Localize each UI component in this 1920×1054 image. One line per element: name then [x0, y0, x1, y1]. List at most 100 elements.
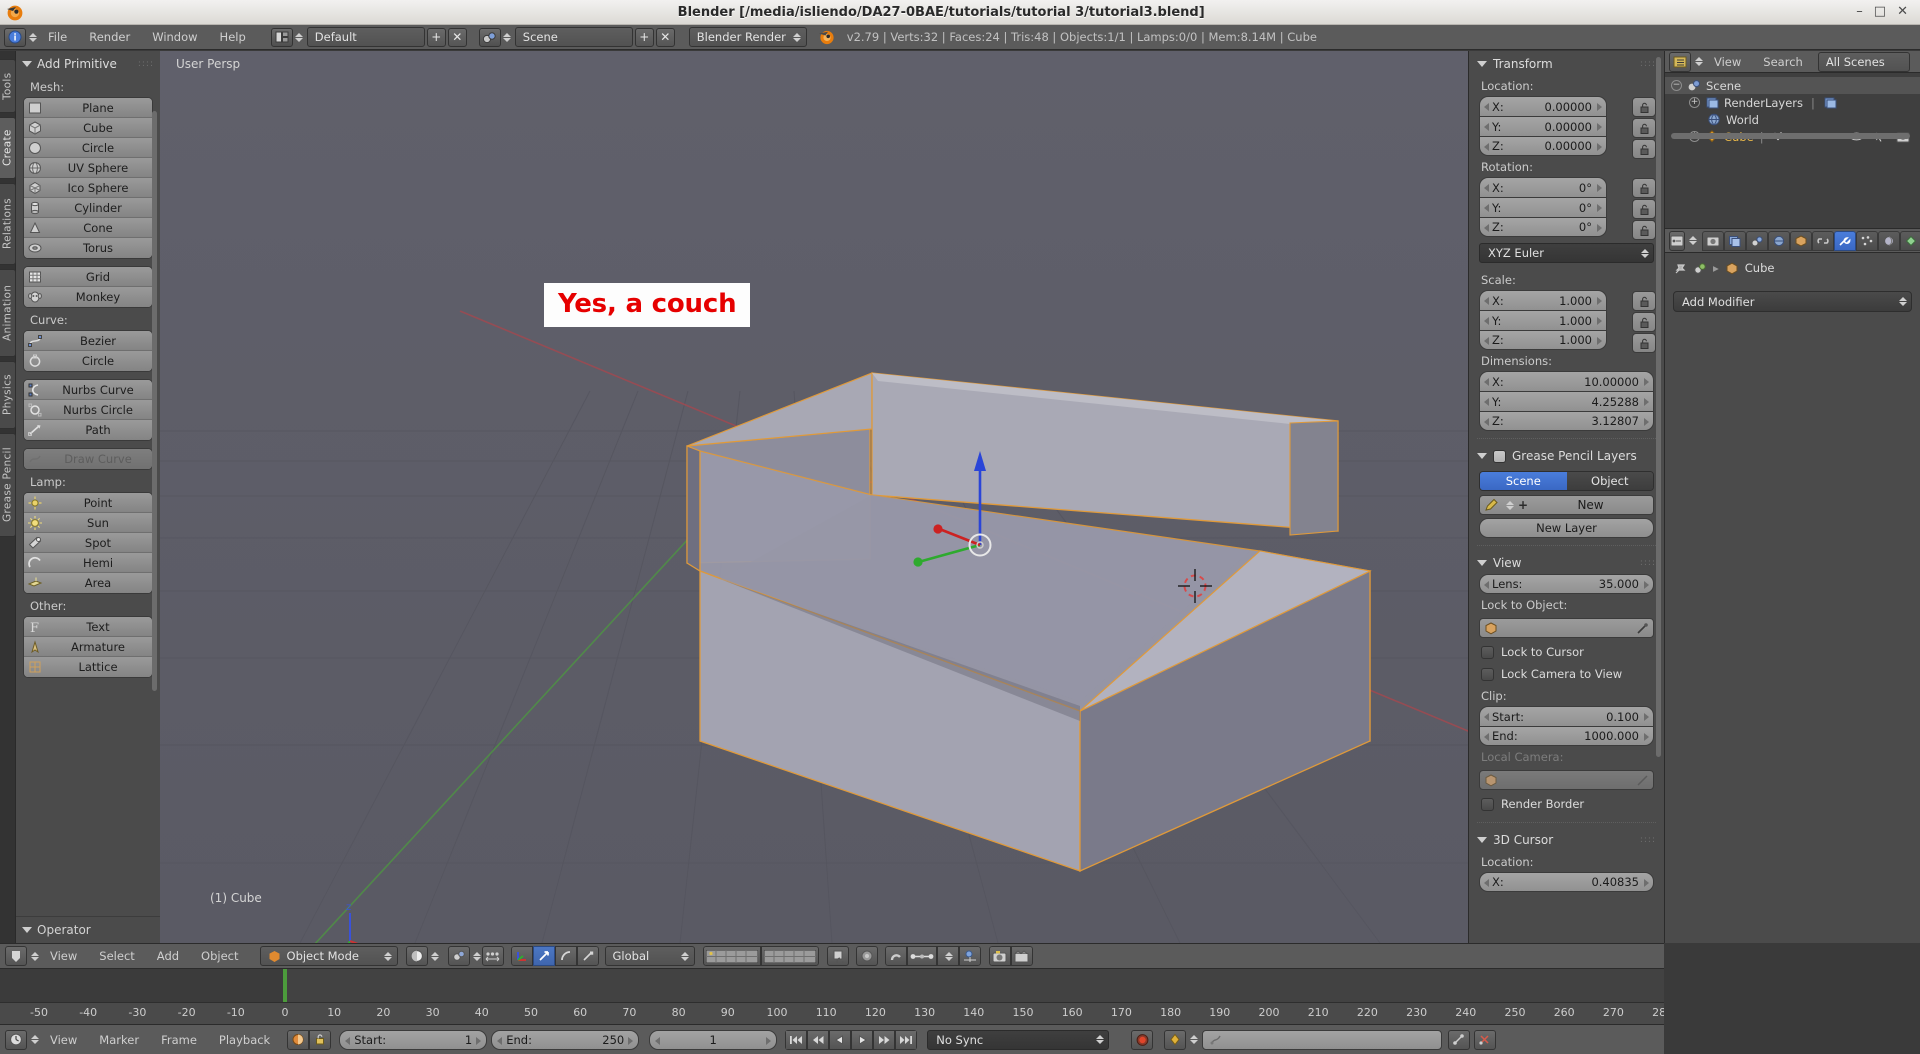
location-z-field[interactable]: Z: 0.00000: [1479, 136, 1607, 156]
add-spot-lamp-button[interactable]: Spot: [24, 533, 152, 553]
properties-scrollbar[interactable]: [1656, 57, 1661, 757]
viewport-menu-select[interactable]: Select: [88, 946, 145, 966]
view-panel-header[interactable]: View ::::: [1469, 550, 1664, 574]
proportional-edit-icon[interactable]: [855, 946, 878, 966]
outliner-menu-view[interactable]: View: [1703, 52, 1752, 72]
add-screen-layout-button[interactable]: +: [426, 27, 446, 47]
lock-to-cursor-row[interactable]: Lock to Cursor: [1469, 641, 1664, 663]
add-monkey-button[interactable]: Monkey: [24, 287, 152, 307]
record-keyframes-icon[interactable]: [1131, 1029, 1154, 1050]
lock-scale-z-button[interactable]: [1632, 333, 1656, 353]
viewport-menu-view[interactable]: View: [39, 946, 88, 966]
operator-collapse-triangle-icon[interactable]: [22, 927, 32, 933]
sync-mode-spinner[interactable]: [1095, 1035, 1104, 1044]
screen-layout-icon[interactable]: [270, 27, 293, 47]
add-point-lamp-button[interactable]: Point: [24, 493, 152, 513]
outliner-display-mode-combo[interactable]: All Scenes: [1817, 51, 1910, 72]
cursor-panel-header[interactable]: 3D Cursor ::::: [1469, 827, 1664, 851]
add-cylinder-button[interactable]: Cylinder: [24, 198, 152, 218]
pin-icon[interactable]: [1673, 262, 1687, 275]
add-modifier-dropdown[interactable]: Add Modifier: [1673, 291, 1912, 312]
scale-y-field[interactable]: Y: 1.000: [1479, 310, 1607, 330]
pivot-point-spinner[interactable]: [473, 951, 482, 961]
render-tab-icon[interactable]: [1702, 230, 1724, 251]
snap-widget[interactable]: [884, 946, 981, 966]
timeline-editor-type-spinner[interactable]: [30, 1035, 39, 1044]
renderlayers-tab-icon[interactable]: [1724, 230, 1746, 251]
object-breadcrumb-icon[interactable]: [1725, 262, 1739, 275]
tool-tab-grease-pencil[interactable]: Grease Pencil: [0, 433, 16, 537]
properties-editor-type-spinner[interactable]: [1689, 236, 1697, 245]
add-lattice-button[interactable]: Lattice: [24, 657, 152, 677]
menu-help[interactable]: Help: [209, 27, 257, 47]
grease-pencil-checkbox[interactable]: [1493, 449, 1506, 463]
keying-set-field[interactable]: [1202, 1029, 1443, 1050]
sync-mode-dropdown[interactable]: No Sync: [927, 1029, 1110, 1050]
manipulator-axis-icon[interactable]: [510, 946, 533, 966]
clip-start-field[interactable]: Start: 0.100: [1479, 706, 1654, 726]
timeline-menu-view[interactable]: View: [39, 1030, 88, 1050]
scene-layers-widget[interactable]: [702, 946, 819, 966]
jump-start-icon[interactable]: [785, 1029, 808, 1050]
menu-window[interactable]: Window: [141, 27, 208, 47]
play-reverse-icon[interactable]: [807, 1029, 830, 1050]
layers-bottom-icon[interactable]: [760, 946, 819, 966]
lock-to-cursor-checkbox[interactable]: [1481, 645, 1494, 659]
grease-pencil-panel-header[interactable]: Grease Pencil Layers: [1469, 443, 1664, 467]
add-uv-sphere-button[interactable]: UV Sphere: [24, 158, 152, 178]
properties-editor[interactable]: ▸ Cube Add Modifier: [1664, 228, 1920, 943]
close-button[interactable]: ✕: [1897, 5, 1908, 18]
insert-keyframe-icon[interactable]: [1448, 1029, 1471, 1050]
manipulator-rotate-icon[interactable]: [554, 946, 577, 966]
layers-top-icon[interactable]: [702, 946, 761, 966]
location-x-field[interactable]: X: 0.00000: [1479, 96, 1607, 116]
interaction-mode-combo[interactable]: Object Mode: [259, 946, 398, 966]
dimension-x-field[interactable]: X: 10.00000: [1479, 371, 1654, 391]
lock-rotation-z-button[interactable]: [1632, 220, 1656, 240]
editor-type-spinner-viewport[interactable]: [30, 951, 39, 961]
lock-location-y-button[interactable]: [1632, 118, 1656, 138]
lock-time-icon[interactable]: [309, 1029, 332, 1050]
snap-target-spinner[interactable]: [936, 946, 959, 966]
add-text-button[interactable]: F Text: [24, 617, 152, 637]
lock-location-x-button[interactable]: [1632, 97, 1656, 117]
rotation-y-field[interactable]: Y: 0°: [1479, 197, 1607, 217]
timeline-editor[interactable]: -50 -40 -30 -20 -10 0 10 20 30 40 50 60 70 80 90 100 110…: [0, 969, 1664, 1024]
world-tab-icon[interactable]: [1768, 230, 1790, 251]
dimension-y-field[interactable]: Y: 4.25288: [1479, 391, 1654, 411]
clip-end-field[interactable]: End: 1000.000: [1479, 726, 1654, 746]
snap-magnet-icon[interactable]: [884, 946, 907, 966]
transform-orientation-spinner[interactable]: [681, 951, 690, 961]
constraints-tab-icon[interactable]: [1812, 230, 1834, 251]
panel-collapse-triangle-icon[interactable]: [22, 61, 32, 67]
viewport-3d[interactable]: y z User Persp (1) Cube Yes, a couch: [160, 51, 1468, 943]
outliner-row-scene[interactable]: − Scene: [1665, 77, 1920, 94]
viewport-shading-icon[interactable]: [405, 946, 428, 966]
renderlayers-data-icon[interactable]: [1823, 96, 1837, 109]
add-modifier-spinner[interactable]: [1898, 297, 1907, 306]
operator-panel[interactable]: Operator: [16, 916, 160, 943]
render-border-row[interactable]: Render Border: [1469, 793, 1664, 815]
render-border-checkbox[interactable]: [1481, 797, 1494, 811]
keying-set-icon[interactable]: [1164, 1029, 1187, 1050]
lock-rotation-x-button[interactable]: [1632, 178, 1656, 198]
current-frame-field[interactable]: 1: [649, 1029, 778, 1050]
timeline-track[interactable]: [0, 969, 1664, 1002]
add-plane-button[interactable]: Plane: [24, 98, 152, 118]
delete-screen-layout-button[interactable]: ✕: [447, 27, 467, 47]
scene-browse-icon[interactable]: [478, 27, 501, 47]
pivot-point-icon[interactable]: [447, 946, 470, 966]
modifiers-tab-icon[interactable]: [1834, 230, 1856, 251]
render-animation-icon[interactable]: [1010, 946, 1033, 966]
frame-end-field[interactable]: End: 250: [491, 1029, 640, 1050]
cursor-collapse-triangle-icon[interactable]: [1477, 837, 1487, 843]
lock-camera-to-view-checkbox[interactable]: [1481, 667, 1494, 681]
particles-tab-icon[interactable]: [1856, 230, 1878, 251]
add-hemi-lamp-button[interactable]: Hemi: [24, 553, 152, 573]
grease-pencil-new-row[interactable]: + New: [1479, 495, 1654, 515]
timeline-menu-marker[interactable]: Marker: [88, 1030, 150, 1050]
editor-type-timeline-icon[interactable]: [5, 1029, 27, 1050]
frame-start-field[interactable]: Start: 1: [339, 1029, 488, 1050]
tool-shelf-scrollbar[interactable]: [152, 111, 157, 691]
transform-panel-header[interactable]: Transform ::::: [1469, 51, 1664, 75]
